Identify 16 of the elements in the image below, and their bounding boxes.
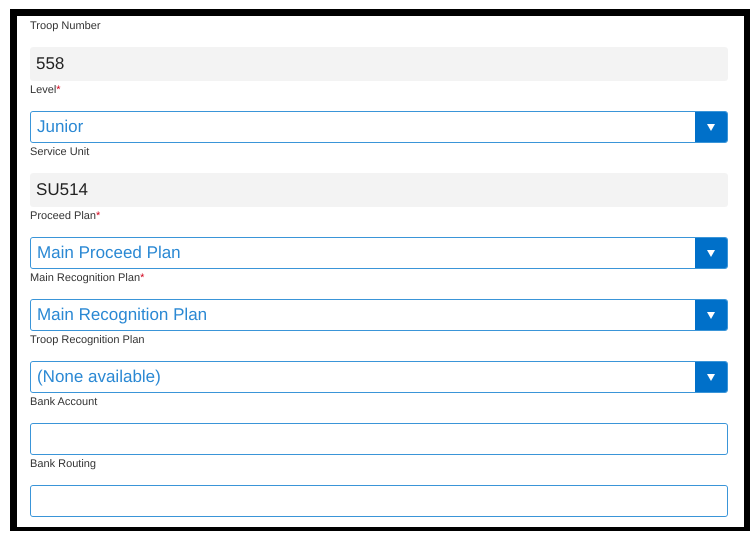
field-label: Proceed Plan*	[30, 209, 102, 224]
input-field[interactable]	[30, 485, 728, 517]
field-label: Troop Recognition Plan	[30, 333, 146, 348]
field-label: Main Recognition Plan*	[30, 271, 146, 286]
field-label: Service Unit	[30, 145, 90, 160]
select-dropdown[interactable]: Main Recognition Plan	[30, 299, 728, 331]
field-label: Level*	[30, 83, 62, 98]
input-field[interactable]	[30, 423, 728, 455]
field-label: Bank Routing	[30, 457, 98, 472]
field-label: Troop Number	[30, 19, 102, 34]
select-dropdown[interactable]: Main Proceed Plan	[30, 237, 728, 269]
select-dropdown[interactable]: Junior	[30, 111, 728, 143]
readonly-field: 558	[30, 47, 728, 81]
select-dropdown[interactable]: (None available)	[30, 361, 728, 393]
readonly-field: SU514	[30, 173, 728, 207]
field-label: Bank Account	[30, 395, 98, 410]
